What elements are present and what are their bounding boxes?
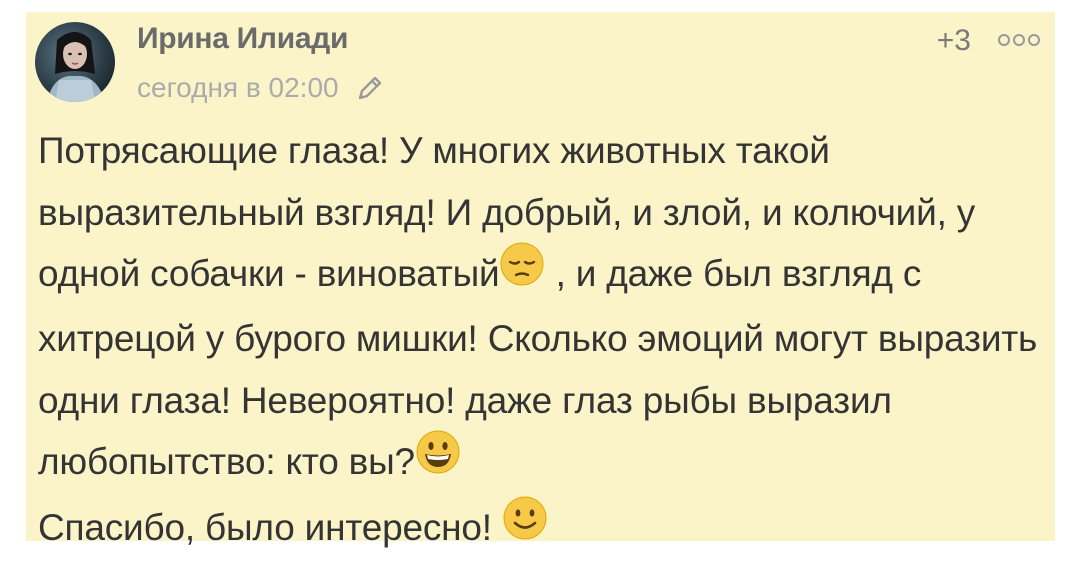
author-name[interactable]: Ирина Илиади (137, 22, 348, 56)
pensive-face-icon (499, 241, 545, 306)
avatar-image (35, 22, 115, 102)
smiling-face-icon (502, 495, 548, 560)
more-options-icon[interactable] (997, 32, 1041, 48)
rating-count: +3 (936, 24, 971, 57)
avatar[interactable] (35, 22, 115, 102)
comment-card: Ирина Илиади сегодня в 02:00 +3 Потрясаю… (26, 12, 1055, 548)
pencil-edit-icon[interactable] (355, 73, 385, 103)
comment-text: Потрясающие глаза! У многих животных так… (38, 120, 1043, 562)
grinning-face-icon (415, 429, 461, 494)
comment-text-part: Спасибо, было интересно! (38, 506, 502, 548)
timestamp: сегодня в 02:00 (137, 72, 339, 103)
comment-meta: сегодня в 02:00 (137, 72, 385, 104)
